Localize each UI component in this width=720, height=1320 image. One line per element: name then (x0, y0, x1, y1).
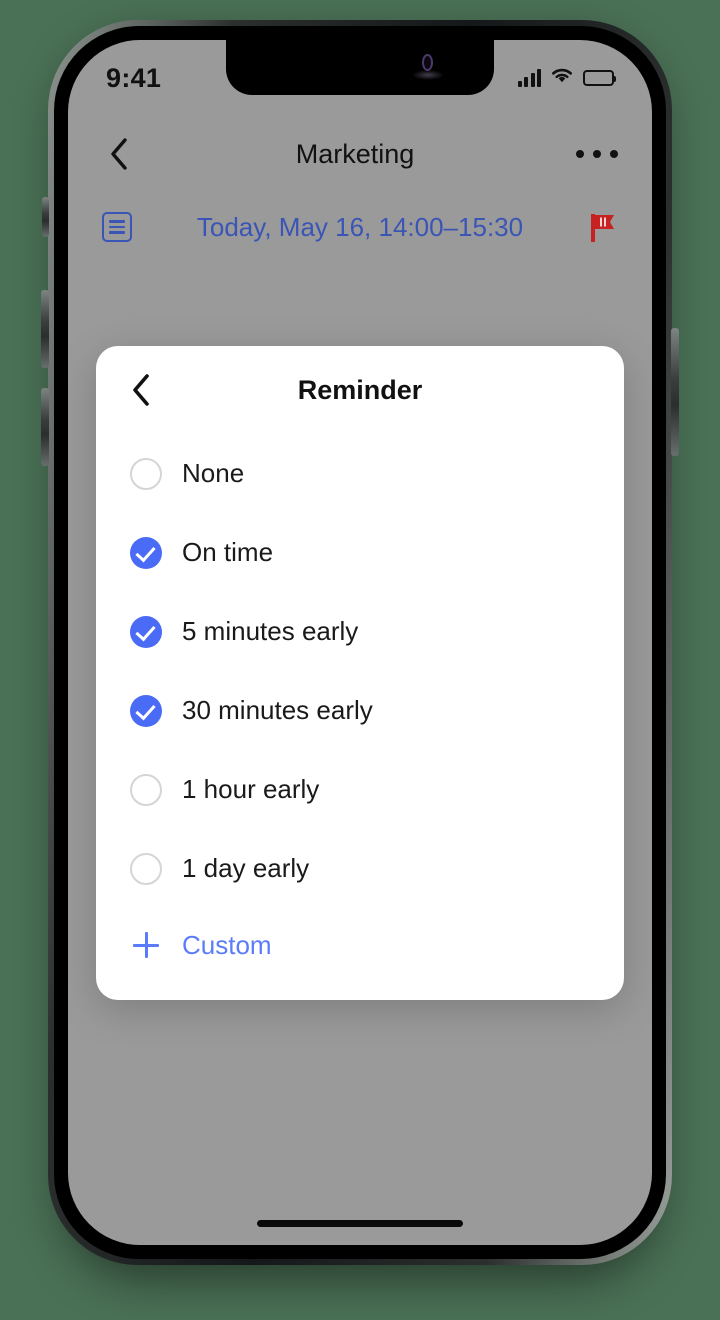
list-item[interactable]: On time (96, 513, 624, 592)
modal-header: Reminder (96, 346, 624, 434)
option-label: None (182, 458, 245, 488)
app-header: Marketing (68, 122, 652, 186)
phone-screen: 9:41 Marketing Today, May 16, 14:00–15:3… (68, 40, 652, 1245)
mute-switch-button[interactable] (42, 197, 49, 237)
list-item[interactable]: 30 minutes early (96, 671, 624, 750)
home-indicator[interactable] (257, 1220, 463, 1227)
option-label: 30 minutes early (182, 695, 373, 725)
list-icon[interactable] (102, 212, 132, 242)
camera-glow (412, 70, 444, 80)
back-button[interactable] (102, 137, 136, 171)
list-item[interactable]: 1 day early (96, 829, 624, 908)
cellular-signal-icon (517, 69, 541, 87)
plus-icon (130, 929, 162, 961)
checkbox-checked-icon[interactable] (130, 615, 162, 648)
reminder-modal: Reminder None On time 5 minutes early 30… (96, 346, 624, 1000)
status-time: 9:41 (106, 62, 162, 93)
page-title: Marketing (295, 138, 415, 169)
modal-back-button[interactable] (124, 373, 158, 407)
battery-full-icon (583, 70, 616, 86)
checkbox-unchecked-icon[interactable] (130, 852, 162, 885)
checkbox-unchecked-icon[interactable] (130, 773, 162, 806)
volume-up-button[interactable] (41, 290, 49, 368)
option-label: On time (182, 537, 274, 567)
event-datetime-label[interactable]: Today, May 16, 14:00–15:30 (197, 212, 523, 243)
reminder-options-list: None On time 5 minutes early 30 minutes … (96, 434, 624, 982)
dot (592, 150, 601, 158)
flag-icon[interactable] (588, 211, 618, 243)
option-label: 1 day early (182, 853, 310, 883)
list-item[interactable]: None (96, 434, 624, 513)
checkbox-checked-icon[interactable] (130, 536, 162, 569)
more-options-button[interactable] (574, 150, 618, 158)
status-icons (517, 67, 616, 90)
option-label: 1 hour early (182, 774, 320, 804)
checkbox-checked-icon[interactable] (130, 694, 162, 727)
event-date-row: Today, May 16, 14:00–15:30 (68, 200, 652, 254)
notch (226, 40, 494, 95)
dot (575, 150, 584, 158)
list-item[interactable]: 1 hour early (96, 750, 624, 829)
dot (609, 150, 618, 158)
modal-title: Reminder (297, 374, 423, 405)
list-item[interactable]: 5 minutes early (96, 592, 624, 671)
wifi-icon (550, 67, 574, 90)
custom-label: Custom (182, 929, 272, 960)
power-button[interactable] (671, 328, 679, 456)
option-label: 5 minutes early (182, 616, 359, 646)
checkbox-unchecked-icon[interactable] (130, 457, 162, 490)
volume-down-button[interactable] (41, 388, 49, 466)
front-camera-icon (422, 54, 433, 71)
custom-reminder-button[interactable]: Custom (96, 908, 624, 982)
